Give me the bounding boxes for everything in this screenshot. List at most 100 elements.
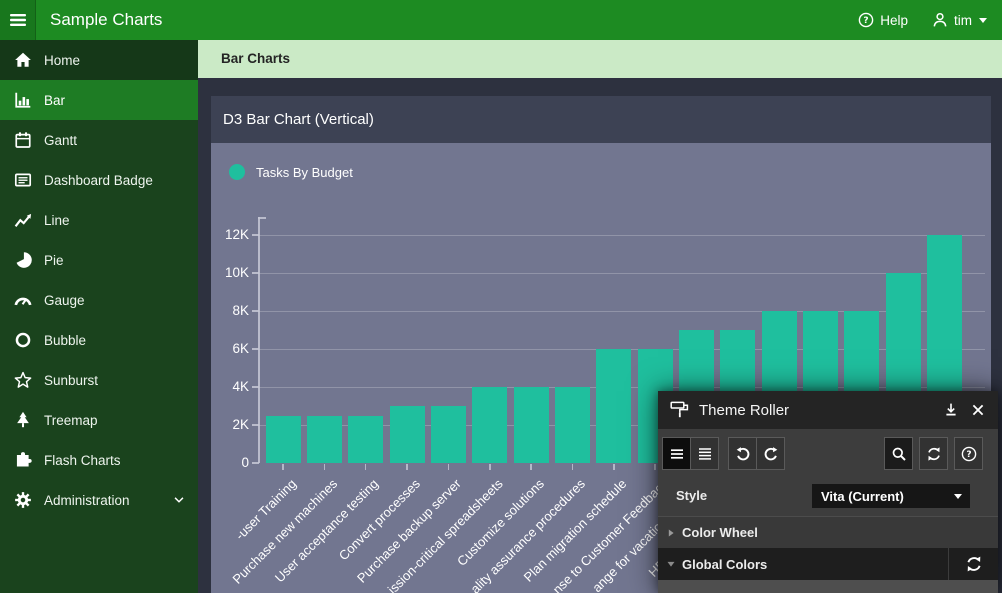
gauge-icon (14, 291, 32, 309)
reset-theme-button[interactable] (919, 437, 948, 470)
sidebar-item-label: Bar (44, 93, 65, 108)
sidebar-item-line[interactable]: Line (0, 200, 198, 240)
bar[interactable] (555, 387, 590, 463)
section-label: Color Wheel (682, 525, 758, 540)
legend-item[interactable]: Tasks By Budget (229, 164, 353, 180)
bubble-icon (14, 331, 32, 349)
style-row: Style Vita (Current) (658, 478, 998, 514)
section-color-wheel[interactable]: Color Wheel (658, 516, 998, 548)
undo-icon (735, 446, 751, 462)
theme-roller-header[interactable]: Theme Roller (658, 391, 998, 429)
page-title: Bar Charts (221, 40, 290, 78)
help-label: Help (880, 13, 908, 28)
help-icon: ? (961, 446, 977, 462)
x-axis-tick (282, 464, 284, 470)
app-root: Sample Charts ? Help tim Home Bar Gantt Das… (0, 0, 1002, 593)
gear-icon (14, 491, 32, 509)
bar[interactable] (431, 406, 466, 463)
style-label: Style (676, 478, 707, 514)
search-button[interactable] (884, 437, 913, 470)
comfortable-view-button[interactable] (690, 437, 719, 470)
x-axis-tick (654, 464, 656, 470)
style-select[interactable]: Vita (Current) (812, 484, 970, 508)
sidebar-item-bubble[interactable]: Bubble (0, 320, 198, 360)
undo-button[interactable] (728, 437, 757, 470)
sidebar-item-dashboard-badge[interactable]: Dashboard Badge (0, 160, 198, 200)
help-link[interactable]: ? Help (858, 12, 908, 28)
line-chart-icon (14, 211, 32, 229)
bar[interactable] (390, 406, 425, 463)
sidebar-item-label: Sunburst (44, 373, 98, 388)
y-axis-label: 6K (211, 340, 249, 358)
sidebar-item-label: Dashboard Badge (44, 173, 153, 188)
bar[interactable] (266, 416, 301, 464)
pie-chart-icon (14, 251, 32, 269)
sidebar-item-gantt[interactable]: Gantt (0, 120, 198, 160)
sidebar-item-pie[interactable]: Pie (0, 240, 198, 280)
tools-button-group: ? (884, 437, 983, 470)
user-icon (932, 12, 948, 28)
refresh-icon (926, 446, 942, 462)
chevron-down-icon (172, 493, 186, 507)
bar[interactable] (596, 349, 631, 463)
x-axis-tick (530, 464, 532, 470)
sidebar-item-administration[interactable]: Administration (0, 480, 198, 520)
sidebar-item-label: Bubble (44, 333, 86, 348)
view-button-group (662, 437, 719, 470)
comfortable-list-icon (697, 446, 713, 462)
sidebar-item-label: Flash Charts (44, 453, 121, 468)
x-axis-tick (406, 464, 408, 470)
sidebar-item-label: Treemap (44, 413, 98, 428)
y-axis-label: 4K (211, 378, 249, 396)
theme-help-button[interactable]: ? (954, 437, 983, 470)
menu-toggle-button[interactable] (0, 0, 36, 40)
theme-roller-panel: Theme Roller (658, 391, 998, 593)
theme-roller-title: Theme Roller (699, 402, 789, 419)
home-icon (14, 51, 32, 69)
sidebar-item-label: Pie (44, 253, 64, 268)
chevron-right-icon (664, 526, 678, 540)
redo-button[interactable] (756, 437, 785, 470)
user-menu[interactable]: tim (932, 12, 988, 28)
paint-roller-icon (670, 400, 690, 420)
app-title: Sample Charts (50, 0, 162, 40)
history-button-group (728, 437, 785, 470)
svg-text:?: ? (864, 16, 869, 26)
redo-icon (763, 446, 779, 462)
section-global-colors[interactable]: Global Colors (658, 548, 998, 580)
chevron-down-icon (664, 557, 678, 571)
sidebar-item-label: Gauge (44, 293, 85, 308)
sidebar-item-gauge[interactable]: Gauge (0, 280, 198, 320)
sidebar-item-flash-charts[interactable]: Flash Charts (0, 440, 198, 480)
section-content (658, 580, 998, 593)
bar[interactable] (307, 416, 342, 464)
theme-roller-header-icons (943, 402, 986, 418)
x-axis-tick (613, 464, 615, 470)
compact-view-button[interactable] (662, 437, 691, 470)
sidebar-item-sunburst[interactable]: Sunburst (0, 360, 198, 400)
sidebar-item-bar[interactable]: Bar (0, 80, 198, 120)
y-axis-label: 12K (211, 226, 249, 244)
legend-marker (229, 164, 245, 180)
close-icon[interactable] (970, 402, 986, 418)
bar[interactable] (514, 387, 549, 463)
y-axis-label: 0 (211, 454, 249, 472)
gridline (259, 235, 986, 236)
chart-card-header: D3 Bar Chart (Vertical) (211, 96, 991, 143)
y-axis-cap (258, 217, 266, 219)
download-icon[interactable] (943, 402, 959, 418)
calendar-icon (14, 131, 32, 149)
refresh-colors-button[interactable] (948, 548, 998, 580)
bar[interactable] (348, 416, 383, 464)
caret-down-icon (978, 15, 988, 25)
tree-icon (14, 411, 32, 429)
sidebar-item-label: Line (44, 213, 70, 228)
sidebar-item-home[interactable]: Home (0, 40, 198, 80)
chart-card-title: D3 Bar Chart (Vertical) (223, 96, 374, 143)
x-axis-tick (489, 464, 491, 470)
puzzle-icon (14, 451, 32, 469)
sidebar: Home Bar Gantt Dashboard Badge Line Pie Gauge B… (0, 40, 198, 593)
sidebar-item-label: Home (44, 53, 80, 68)
bar[interactable] (472, 387, 507, 463)
sidebar-item-treemap[interactable]: Treemap (0, 400, 198, 440)
